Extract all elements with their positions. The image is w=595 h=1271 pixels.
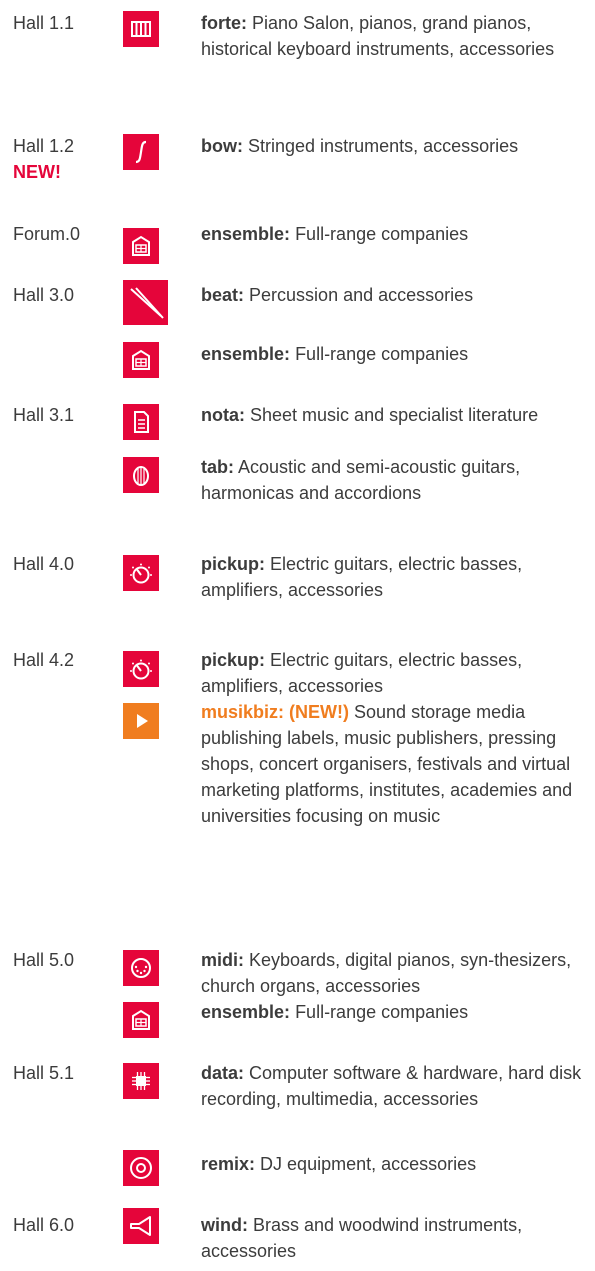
entry-midi: midi: Keyboards, digital pianos, syn-the… <box>201 947 591 999</box>
entry-text: DJ equipment, accessories <box>260 1154 477 1174</box>
entry-name: pickup: <box>201 650 266 670</box>
hall-label: Hall 1.1 <box>13 13 75 33</box>
entry-forte: forte: Piano Salon, pianos, grand pianos… <box>201 10 591 62</box>
hall-label: Hall 6.0 <box>13 1215 75 1235</box>
vinyl-icon <box>123 1150 159 1186</box>
entry-text: Computer software & hardware, hard disk … <box>201 1063 582 1109</box>
building-icon <box>123 1002 159 1038</box>
horn-icon <box>123 1208 159 1244</box>
entry-beat: beat: Percussion and accessories <box>201 282 591 308</box>
entry-text: Full-range companies <box>295 224 469 244</box>
entry-wind: wind: Brass and woodwind instruments, ac… <box>201 1212 591 1264</box>
entry-name: pickup: <box>201 554 266 574</box>
entry-nota: nota: Sheet music and specialist literat… <box>201 402 591 428</box>
entry-text: Piano Salon, pianos, grand pianos, histo… <box>201 13 555 59</box>
new-badge: NEW! <box>13 162 61 182</box>
entry-pickup: pickup: Electric guitars, electric basse… <box>201 551 591 603</box>
knob-icon <box>123 651 159 687</box>
building-icon <box>123 228 159 264</box>
entry-name: tab: <box>201 457 234 477</box>
hall-label: Forum.0 <box>13 224 81 244</box>
entry-data: data: Computer software & hardware, hard… <box>201 1060 591 1112</box>
entry-name: ensemble: <box>201 224 291 244</box>
building-icon <box>123 342 159 378</box>
entry-text: Full-range companies <box>295 1002 469 1022</box>
hall-label: Hall 5.0 <box>13 950 75 970</box>
guitar-icon <box>123 457 159 493</box>
entry-ensemble: ensemble: Full-range companies <box>201 221 591 247</box>
entry-musikbiz: musikbiz: (NEW!) Sound storage media pub… <box>201 699 591 829</box>
entry-bow: bow: Stringed instruments, accessories <box>201 133 591 159</box>
hall-label: Hall 3.1 <box>13 405 75 425</box>
knob-icon <box>123 555 159 591</box>
hall-name: Hall 1.2 <box>13 136 75 156</box>
midi-connector-icon <box>123 950 159 986</box>
play-icon <box>123 703 159 739</box>
entry-name: midi: <box>201 950 244 970</box>
entry-ensemble: ensemble: Full-range companies <box>201 341 591 367</box>
entry-pickup: pickup: Electric guitars, electric basse… <box>201 647 591 699</box>
drumsticks-icon <box>123 280 168 325</box>
entry-text: Sheet music and specialist literature <box>250 405 539 425</box>
hall-label: Hall 4.0 <box>13 554 75 574</box>
chip-icon <box>123 1063 159 1099</box>
entry-name: nota: <box>201 405 245 425</box>
hall-label: Hall 5.1 <box>13 1063 75 1083</box>
hall-label: Hall 1.2 NEW! <box>13 133 74 185</box>
entry-tab: tab: Acoustic and semi-acoustic guitars,… <box>201 454 591 506</box>
entry-remix: remix: DJ equipment, accessories <box>201 1151 591 1177</box>
entry-text: Full-range companies <box>295 344 469 364</box>
hall-label: Hall 3.0 <box>13 285 75 305</box>
f-hole-icon <box>123 134 159 170</box>
hall-label: Hall 4.2 <box>13 650 75 670</box>
sheet-icon <box>123 404 159 440</box>
entry-name: beat: <box>201 285 245 305</box>
piano-keys-icon <box>123 11 159 47</box>
entry-name: ensemble: <box>201 344 291 364</box>
entry-text: Keyboards, digital pianos, syn-thesizers… <box>201 950 572 996</box>
entry-name: ensemble: <box>201 1002 291 1022</box>
entry-name: forte: <box>201 13 247 33</box>
entry-name: bow: <box>201 136 243 156</box>
entry-ensemble: ensemble: Full-range companies <box>201 999 591 1025</box>
entry-text: Acoustic and semi-acoustic guitars, harm… <box>201 457 521 503</box>
entry-text: Percussion and accessories <box>249 285 474 305</box>
entry-name: wind: <box>201 1215 248 1235</box>
entry-text: Stringed instruments, accessories <box>248 136 519 156</box>
entry-name: musikbiz: (NEW!) <box>201 702 349 722</box>
entry-name: data: <box>201 1063 245 1083</box>
entry-name: remix: <box>201 1154 256 1174</box>
entry-text: Brass and woodwind instruments, accessor… <box>201 1215 523 1261</box>
